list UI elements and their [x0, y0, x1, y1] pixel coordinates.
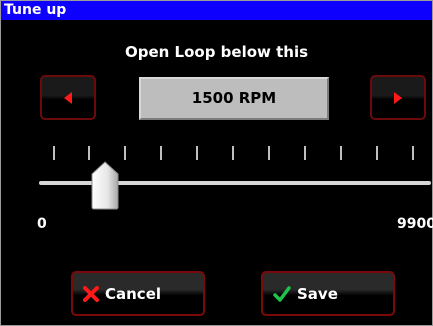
decrease-button[interactable]: [40, 75, 96, 120]
slider-ticks: [1, 146, 432, 162]
save-button[interactable]: Save: [261, 271, 395, 316]
setting-heading: Open Loop below this: [124, 43, 309, 61]
tune-up-window: Tune up Open Loop below this 1500 RPM 0 …: [0, 0, 433, 326]
increase-button[interactable]: [370, 75, 426, 120]
left-arrow-icon: [64, 91, 72, 104]
slider-tick: [88, 146, 90, 160]
slider-thumb[interactable]: [89, 161, 121, 211]
checkmark-icon: [273, 285, 291, 302]
slider-max-label: 9900: [397, 216, 433, 232]
slider-tick: [304, 146, 306, 160]
window-title: Tune up: [1, 1, 432, 20]
cancel-label: Cancel: [105, 284, 162, 303]
right-arrow-icon: [394, 91, 402, 104]
slider-tick: [268, 146, 270, 160]
slider-tick: [232, 146, 234, 160]
value-display: 1500 RPM: [139, 77, 329, 120]
slider-tick: [124, 146, 126, 160]
slider-tick: [160, 146, 162, 160]
save-label: Save: [297, 284, 338, 303]
slider-tick: [53, 146, 55, 160]
slider-tick: [340, 146, 342, 160]
slider-tick: [196, 146, 198, 160]
cancel-button[interactable]: Cancel: [71, 271, 205, 316]
slider-tick: [412, 146, 414, 160]
slider-tick: [376, 146, 378, 160]
slider-min-label: 0: [37, 216, 47, 232]
cross-icon: [83, 285, 99, 302]
